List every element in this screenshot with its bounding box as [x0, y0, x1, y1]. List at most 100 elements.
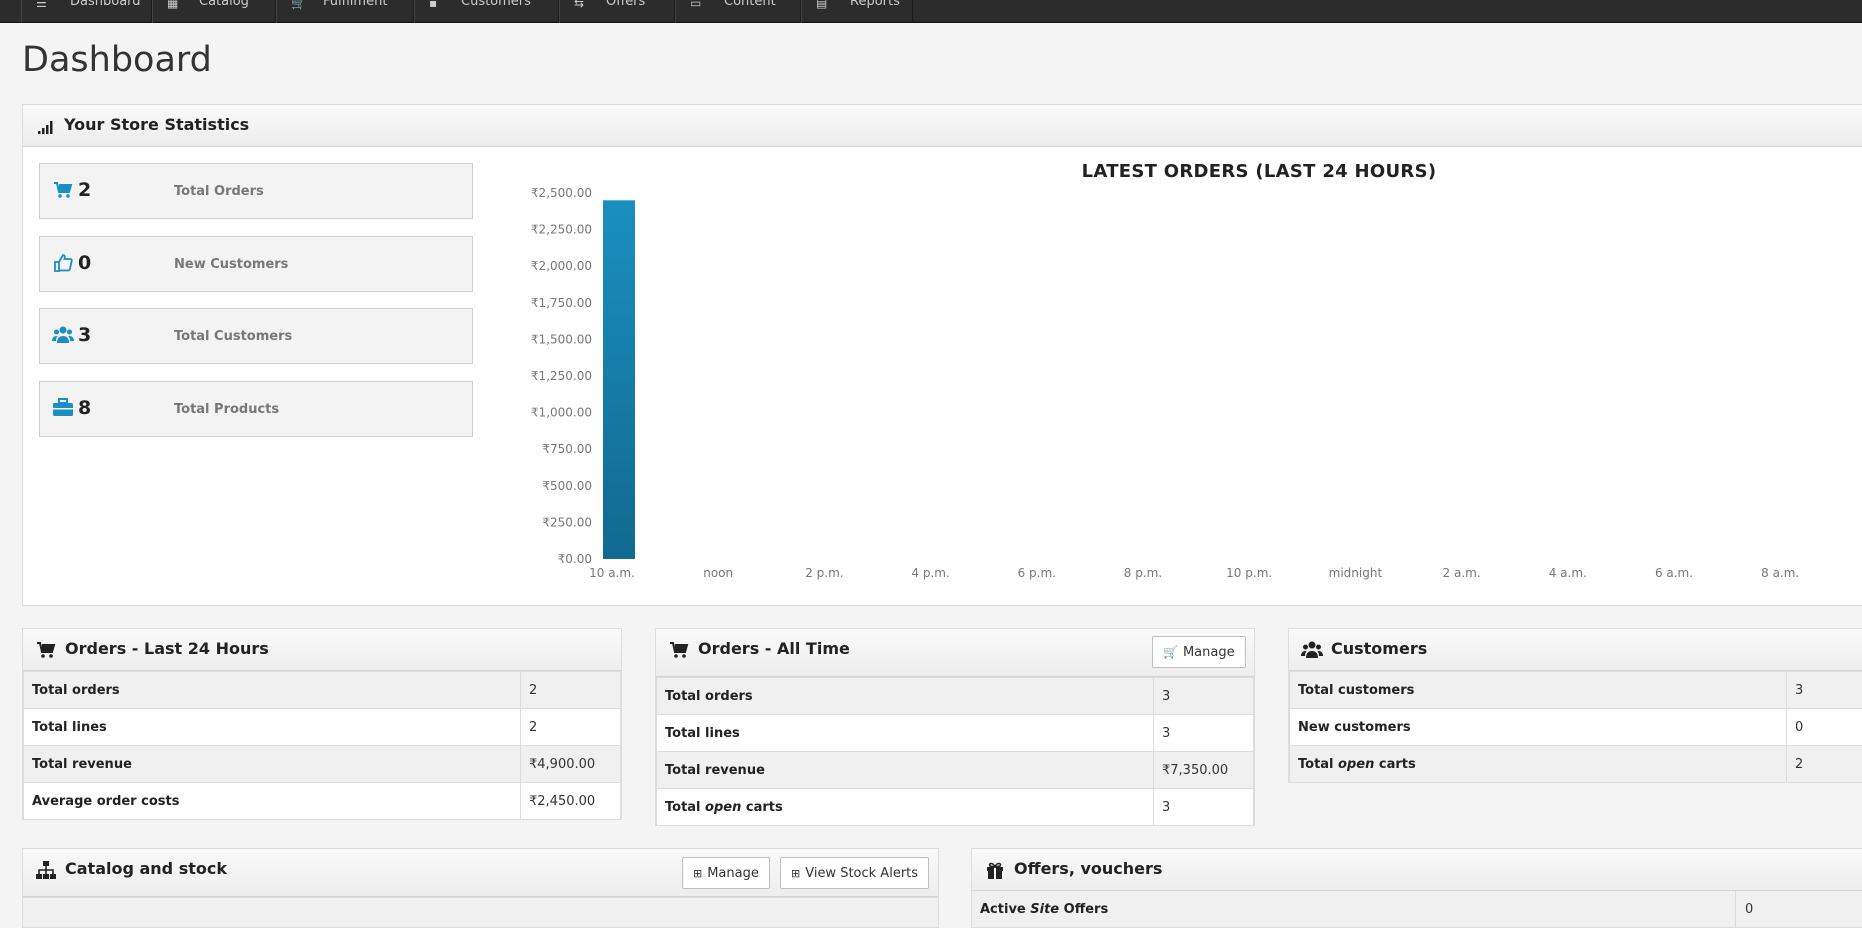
users-icon — [1301, 639, 1323, 661]
sitemap-icon: ⊞ — [791, 867, 800, 880]
y-tick-label: ₹1,000.00 — [531, 406, 592, 420]
row-value: 2 — [1787, 746, 1862, 783]
row-key: Total open carts — [657, 789, 1154, 826]
y-tick-label: ₹1,250.00 — [531, 369, 592, 383]
row-key: Total lines — [657, 715, 1154, 752]
table-row: Total open carts3 — [657, 789, 1254, 826]
offers-icon: ⇆ — [574, 0, 584, 10]
offers-vouchers-header: Offers, vouchers — [972, 849, 1862, 891]
stat-value: 0 — [78, 252, 91, 274]
nav-reports[interactable]: ▤ Reports — [801, 0, 913, 23]
x-tick-label: 2 p.m. — [805, 566, 843, 580]
x-tick-label: 6 p.m. — [1018, 566, 1056, 580]
catalog-stock-header: Catalog and stock ⊞ Manage ⊞ View Stock … — [23, 849, 938, 897]
row-key: Total revenue — [657, 752, 1154, 789]
row-key: Average order costs — [24, 783, 521, 820]
row-value: 3 — [1154, 789, 1254, 826]
x-tick-label: 4 a.m. — [1549, 566, 1587, 580]
orders-24h-table: Total orders2 Total lines2 Total revenue… — [23, 671, 621, 820]
orders-all-time-panel: Orders - All Time 🛒 Manage Total orders3… — [655, 628, 1255, 826]
row-key: Total open carts — [1290, 746, 1787, 783]
y-tick-label: ₹250.00 — [542, 515, 592, 529]
catalog-icon: ▦ — [167, 0, 178, 10]
table-row: Total revenue₹4,900.00 — [24, 746, 621, 783]
signal-icon — [35, 115, 57, 137]
x-tick-label: 10 p.m. — [1226, 566, 1272, 580]
nav-fulfilment[interactable]: 🛒 Fulfilment — [276, 0, 414, 23]
cart-icon — [35, 639, 57, 661]
stat-new-customers: 0 New Customers — [39, 236, 473, 292]
row-value: 0 — [1787, 709, 1862, 746]
stat-label: Total Orders — [174, 184, 264, 199]
row-key: Total lines — [24, 709, 521, 746]
sitemap-icon — [35, 859, 57, 881]
nav-dashboard[interactable]: ☰ Dashboard — [21, 0, 152, 23]
catalog-stock-title: Catalog and stock — [65, 859, 227, 878]
store-statistics-header: Your Store Statistics — [23, 105, 1862, 147]
table-row: Total open carts2 — [1290, 746, 1862, 783]
orders-all-time-title: Orders - All Time — [698, 639, 850, 658]
y-tick-label: ₹1,500.00 — [531, 332, 592, 346]
orders-24h-title: Orders - Last 24 Hours — [65, 639, 269, 658]
stat-value: 8 — [78, 397, 91, 419]
sitemap-icon: ⊞ — [693, 867, 702, 880]
y-tick-label: ₹750.00 — [542, 442, 592, 456]
row-key: New customers — [1290, 709, 1787, 746]
y-tick-label: ₹2,000.00 — [531, 259, 592, 273]
store-statistics-panel: Your Store Statistics 2 Total Orders 0 N… — [22, 104, 1862, 606]
row-key-emphasis: open — [705, 800, 741, 815]
users-icon — [52, 324, 74, 346]
row-key: Total customers — [1290, 672, 1787, 709]
table-row: Total lines3 — [657, 715, 1254, 752]
row-key-text: Total — [665, 800, 701, 815]
latest-orders-chart: LATEST ORDERS (LAST 24 HOURS) ₹0.00₹250.… — [503, 147, 1862, 607]
store-statistics-title: Your Store Statistics — [64, 115, 249, 134]
catalog-stock-panel: Catalog and stock ⊞ Manage ⊞ View Stock … — [22, 848, 939, 928]
view-stock-alerts-button[interactable]: ⊞ View Stock Alerts — [780, 857, 929, 889]
row-value: ₹4,900.00 — [521, 746, 621, 783]
button-label: Manage — [1183, 645, 1235, 660]
table-row: Total orders2 — [24, 672, 621, 709]
x-tick-label: 6 a.m. — [1655, 566, 1693, 580]
nav-customers[interactable]: ▪ Customers — [414, 0, 559, 23]
row-key-text: Total — [1298, 757, 1334, 772]
nav-content[interactable]: ▭ Content — [675, 0, 801, 23]
x-tick-label: 8 a.m. — [1761, 566, 1799, 580]
nav-offers[interactable]: ⇆ Offers — [559, 0, 675, 23]
chart-bar — [603, 200, 635, 559]
button-label: Manage — [707, 866, 759, 881]
y-tick-label: ₹500.00 — [542, 479, 592, 493]
x-tick-label: 4 p.m. — [911, 566, 949, 580]
stat-total-customers: 3 Total Customers — [39, 308, 473, 364]
x-tick-label: 10 a.m. — [589, 566, 635, 580]
row-divider — [1735, 891, 1736, 927]
cart-icon: 🛒 — [1163, 645, 1178, 659]
x-tick-label: 8 p.m. — [1124, 566, 1162, 580]
x-tick-label: 2 a.m. — [1443, 566, 1481, 580]
y-tick-label: ₹2,500.00 — [531, 186, 592, 200]
nav-catalog[interactable]: ▦ Catalog — [152, 0, 276, 23]
offers-vouchers-panel: Offers, vouchers Active Site Offers 0 — [971, 848, 1862, 928]
customers-title: Customers — [1331, 639, 1427, 658]
row-value: 3 — [1154, 715, 1254, 752]
offers-vouchers-title: Offers, vouchers — [1014, 859, 1162, 878]
cart-icon — [52, 179, 74, 201]
gift-icon — [984, 859, 1006, 881]
row-value: 3 — [1787, 672, 1862, 709]
orders-all-time-table: Total orders3 Total lines3 Total revenue… — [656, 677, 1254, 826]
row-key-text: carts — [746, 800, 783, 815]
table-row: Total orders3 — [657, 678, 1254, 715]
manage-catalog-button[interactable]: ⊞ Manage — [682, 857, 770, 889]
orders-24h-panel: Orders - Last 24 Hours Total orders2 Tot… — [22, 628, 622, 820]
table-row: Average order costs₹2,450.00 — [24, 783, 621, 820]
orders-all-time-header: Orders - All Time 🛒 Manage — [656, 629, 1254, 677]
customers-table: Total customers3 New customers0 Total op… — [1289, 671, 1862, 783]
reports-icon: ▤ — [816, 0, 827, 10]
stat-value: 3 — [78, 324, 91, 346]
stat-value: 2 — [78, 179, 91, 201]
page-title: Dashboard — [22, 40, 212, 80]
row-key-text: carts — [1379, 757, 1416, 772]
row-key: Total orders — [657, 678, 1154, 715]
manage-orders-button[interactable]: 🛒 Manage — [1152, 636, 1246, 668]
x-tick-label: noon — [703, 566, 733, 580]
